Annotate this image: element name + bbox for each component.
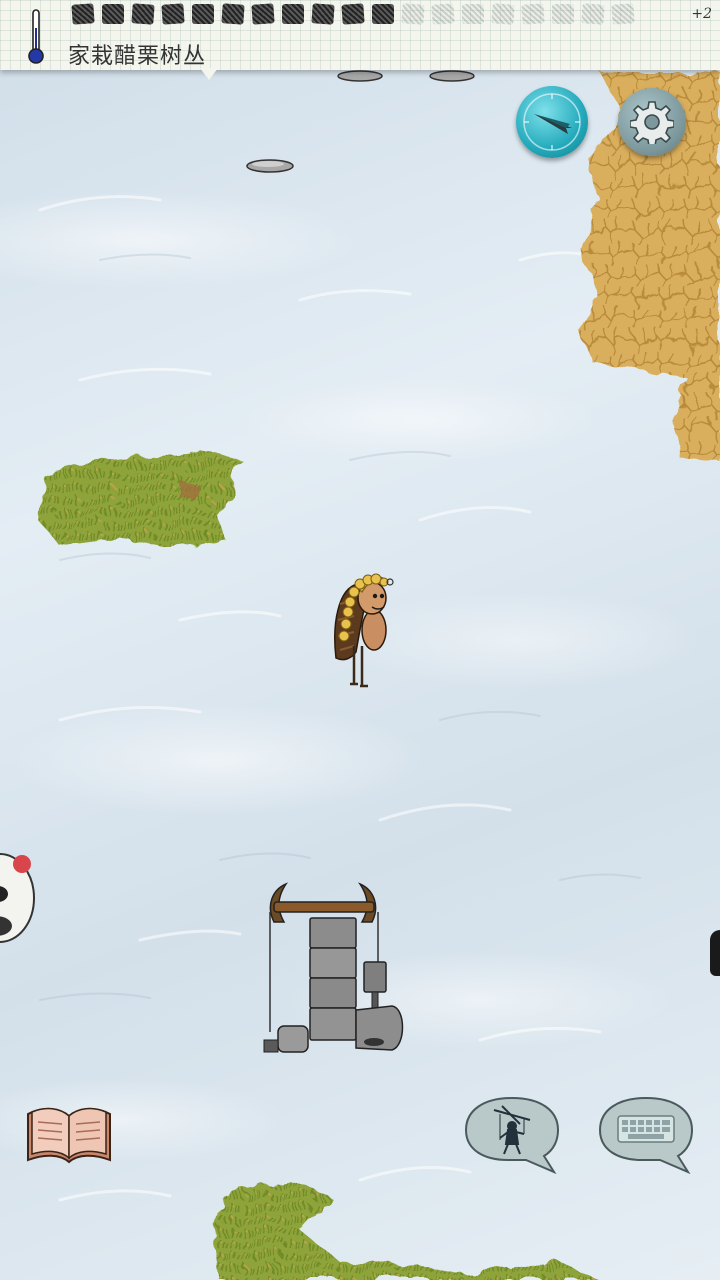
food-pip-filled [221, 3, 245, 25]
food-pip-filled [71, 3, 95, 25]
open-book-icon [27, 1107, 111, 1164]
compass-icon [523, 93, 581, 151]
food-pip-empty [611, 3, 635, 25]
flat-stone[interactable] [246, 159, 294, 173]
food-pip-empty [521, 3, 545, 25]
food-pip-filled [282, 4, 304, 24]
food-pip-filled [251, 3, 275, 25]
game-world[interactable]: +2 家栽醋栗树丛 [0, 0, 720, 1280]
tech-tree-book-button[interactable] [24, 1104, 114, 1166]
food-pip-empty [401, 3, 425, 25]
food-pip-empty [552, 4, 574, 24]
label-pointer-icon [200, 68, 218, 80]
newcomen-pump-well[interactable] [263, 882, 404, 1053]
food-meter [71, 3, 635, 26]
chat-keyboard-button[interactable] [598, 1094, 694, 1175]
snow-biome-ground[interactable] [0, 0, 720, 1280]
settings-button[interactable] [618, 88, 686, 156]
wild-animal[interactable] [710, 930, 720, 976]
terrain-layer [38, 70, 720, 1280]
grass-patch-bottom [214, 1182, 600, 1280]
food-pip-empty [581, 3, 605, 25]
food-pip-filled [102, 4, 124, 24]
emote-button[interactable] [464, 1094, 560, 1175]
object-hover-label: 家栽醋栗树丛 [68, 44, 207, 69]
home-compass-button[interactable] [516, 86, 588, 158]
player-character[interactable] [334, 573, 394, 688]
food-pip-empty [462, 4, 484, 24]
grass-patch [38, 452, 240, 548]
thermometer-icon [28, 9, 44, 64]
food-pip-filled [372, 4, 394, 24]
panda-animal[interactable] [0, 852, 38, 944]
food-pip-filled [311, 3, 335, 25]
food-pip-filled [192, 4, 214, 24]
keyboard-icon [617, 1115, 675, 1143]
gear-icon [630, 101, 674, 144]
food-pip-empty [431, 3, 455, 25]
flat-stone[interactable] [429, 70, 475, 82]
food-pip-empty [491, 3, 515, 25]
hud-top-bar: +2 家栽醋栗树丛 [0, 0, 720, 80]
food-pip-filled [341, 3, 365, 25]
food-pip-filled [161, 3, 185, 25]
food-pip-filled [131, 3, 155, 25]
yum-bonus-counter: +2 [691, 6, 712, 22]
flat-stone[interactable] [337, 70, 383, 82]
